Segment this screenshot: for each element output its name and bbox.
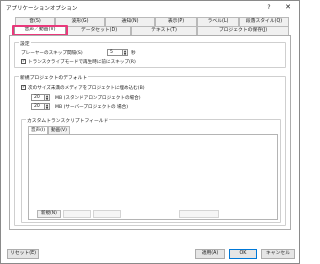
settings-group-title: 設定 <box>19 40 31 47</box>
settings-group: 設定 プレーヤーのスキップ間隔(S) 5 ▲ ▼ 秒 ✓ トランスクライブモードで… <box>14 40 286 68</box>
new-field-button[interactable]: 新規(N) <box>37 210 61 218</box>
tab-project-save[interactable]: プロジェクトの保存(J) <box>197 26 289 35</box>
audio-video-panel: 設定 プレーヤーのスキップ間隔(S) 5 ▲ ▼ 秒 ✓ トランスクライブモードで… <box>9 35 291 230</box>
application-options-dialog: アプリケーションオプション ? ✕ 音(S) 波形(G) 通知(N) 表示(P)… <box>0 0 300 264</box>
title-bar: アプリケーションオプション ? ✕ <box>1 1 299 14</box>
custom-fields-list[interactable]: 新規(N) <box>28 134 278 220</box>
embed-media-label: 次のサイズ未満のメディアをプロジェクトに埋め込む(B) <box>28 86 145 91</box>
skip-interval-spinner[interactable]: ▲ ▼ <box>123 49 128 56</box>
tab-label[interactable]: ラベル(L) <box>197 17 239 26</box>
new-project-defaults-group: 新規プロジェクトのデフォルト ✓ 次のサイズ未満のメディアをプロジェクトに埋め込… <box>14 74 286 226</box>
field-action-button-4[interactable] <box>179 210 219 218</box>
skip-interval-input[interactable]: 5 <box>107 49 123 56</box>
window-title: アプリケーションオプション <box>6 6 78 12</box>
server-size-input[interactable]: 20 <box>31 103 45 110</box>
custom-fields-tab-video[interactable]: 動画(V) <box>48 126 70 134</box>
help-button[interactable]: ? <box>263 3 275 12</box>
server-size-spinner[interactable]: ▲ ▼ <box>45 103 50 110</box>
cancel-button[interactable]: キャンセル <box>261 249 295 259</box>
custom-fields-title: カスタムトランスクリプトフィールド <box>26 117 110 124</box>
skip-interval-label: プレーヤーのスキップ間隔(S) <box>21 51 83 56</box>
embed-media-checkbox[interactable]: ✓ <box>21 85 26 90</box>
server-size-label: MB (サーバープロジェクトの 場合) <box>55 105 129 110</box>
custom-fields-tab-audio[interactable]: 音声(I) <box>28 126 48 134</box>
skip-interval-unit: 秒 <box>131 51 136 56</box>
reset-button[interactable]: リセット(E) <box>7 249 39 259</box>
new-project-defaults-title: 新規プロジェクトのデフォルト <box>19 74 89 81</box>
tab-text[interactable]: テキスト(T) <box>131 26 197 35</box>
ok-button[interactable]: OK <box>229 249 257 259</box>
tab-dataset[interactable]: データセット(D) <box>67 26 131 35</box>
tab-paragraph-style[interactable]: 段落スタイル(Q) <box>239 17 289 26</box>
apply-button[interactable]: 適用(A) <box>195 249 225 259</box>
field-action-button-2[interactable] <box>63 210 91 218</box>
close-button[interactable]: ✕ <box>282 3 294 12</box>
field-action-button-3[interactable] <box>93 210 121 218</box>
tab-display[interactable]: 表示(P) <box>155 17 197 26</box>
custom-fields-group: カスタムトランスクリプトフィールド 音声(I) 動画(V) 新規(N) <box>21 117 281 223</box>
tab-notification[interactable]: 通知(N) <box>105 17 155 26</box>
transcribe-skip-checkbox[interactable]: ✓ <box>21 59 26 64</box>
standalone-size-label: MB (スタンドアロンプロジェクトの場合) <box>55 96 141 101</box>
transcribe-skip-label: トランスクライブモードで再生時に前にスキップ(R) <box>28 60 136 65</box>
standalone-size-spinner[interactable]: ▲ ▼ <box>45 94 50 101</box>
standalone-size-input[interactable]: 20 <box>31 94 45 101</box>
